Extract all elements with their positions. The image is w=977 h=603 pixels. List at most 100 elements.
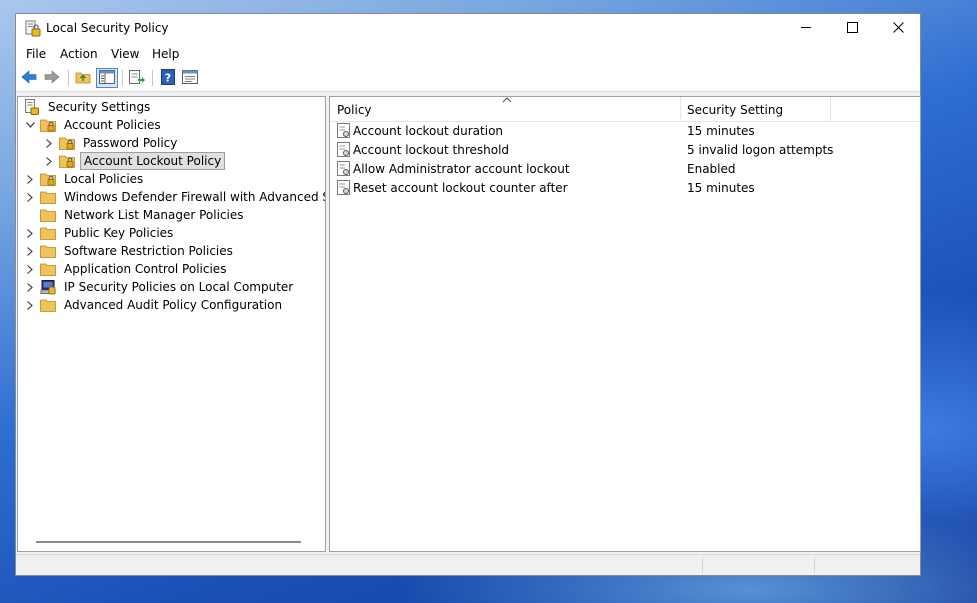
up-folder-icon xyxy=(75,69,91,87)
policy-setting-value: Enabled xyxy=(687,162,736,176)
tree-item-windows-defender-firewall[interactable]: Windows Defender Firewall with Advanced … xyxy=(24,188,325,206)
forward-button[interactable] xyxy=(43,69,61,87)
sort-ascending-icon xyxy=(502,97,512,103)
tree-label: Security Settings xyxy=(48,100,151,114)
menu-file[interactable]: File xyxy=(26,47,46,61)
tree-item-public-key-policies[interactable]: Public Key Policies xyxy=(24,224,176,242)
list-row[interactable]: Account lockout threshold 5 invalid logo… xyxy=(330,141,920,160)
back-button[interactable] xyxy=(20,69,38,87)
up-one-level-button[interactable] xyxy=(74,69,92,87)
tree-item-network-list-manager[interactable]: Network List Manager Policies xyxy=(24,206,247,224)
tree-label: Network List Manager Policies xyxy=(64,208,244,222)
export-list-button[interactable] xyxy=(128,69,146,87)
show-hide-tree-icon xyxy=(99,69,115,87)
menu-view[interactable]: View xyxy=(111,47,139,61)
policy-setting-icon xyxy=(337,142,351,158)
list-header: Policy Security Setting xyxy=(330,97,920,122)
chevron-right-icon[interactable] xyxy=(24,278,36,296)
folder-icon xyxy=(40,207,56,223)
menu-help[interactable]: Help xyxy=(152,47,179,61)
menu-bar: File Action View Help xyxy=(16,44,920,65)
locked-folder-icon xyxy=(40,171,56,187)
tree-label: Software Restriction Policies xyxy=(64,244,233,258)
tree-root[interactable]: Security Settings xyxy=(24,98,153,116)
policy-name: Allow Administrator account lockout xyxy=(353,162,570,176)
status-divider xyxy=(814,557,815,573)
policy-setting-value: 15 minutes xyxy=(687,181,755,195)
list-row[interactable]: Reset account lockout counter after 15 m… xyxy=(330,179,920,198)
tree-item-advanced-audit[interactable]: Advanced Audit Policy Configuration xyxy=(24,296,285,314)
tree-label: Local Policies xyxy=(64,172,144,186)
chevron-right-icon[interactable] xyxy=(24,170,36,188)
properties-icon xyxy=(182,69,198,87)
locked-folder-icon xyxy=(59,135,75,151)
security-policy-app-icon xyxy=(25,20,41,37)
tree-label: IP Security Policies on Local Computer xyxy=(64,280,294,294)
folder-icon xyxy=(40,189,56,205)
svg-text:?: ? xyxy=(165,71,171,84)
tree-item-ip-security[interactable]: IP Security Policies on Local Computer xyxy=(24,278,296,296)
tree-label-selected: Account Lockout Policy xyxy=(80,152,226,170)
chevron-right-icon[interactable] xyxy=(43,152,55,170)
chevron-right-icon[interactable] xyxy=(24,242,36,260)
help-button[interactable]: ? xyxy=(159,68,177,88)
toolbar-separator xyxy=(152,70,153,86)
tree-item-application-control[interactable]: Application Control Policies xyxy=(24,260,229,278)
ip-security-computer-icon xyxy=(40,279,56,295)
locked-folder-icon xyxy=(59,153,75,169)
close-button[interactable] xyxy=(875,14,921,44)
folder-icon xyxy=(40,297,56,313)
chevron-right-icon[interactable] xyxy=(24,188,36,206)
tree-item-password-policy[interactable]: Password Policy xyxy=(43,134,180,152)
column-header-security-setting[interactable]: Security Setting xyxy=(687,103,783,117)
tree-item-software-restriction[interactable]: Software Restriction Policies xyxy=(24,242,236,260)
horizontal-scrollbar[interactable] xyxy=(36,541,301,543)
properties-button[interactable] xyxy=(181,69,199,87)
tree-label: Public Key Policies xyxy=(64,226,174,240)
tree-label: Account Policies xyxy=(64,118,161,132)
expander-placeholder xyxy=(24,206,36,224)
minimize-icon xyxy=(800,22,812,36)
policy-name: Account lockout duration xyxy=(353,124,504,138)
folder-icon xyxy=(40,261,56,277)
tree-item-account-policies[interactable]: Account Policies xyxy=(24,116,164,134)
policy-setting-value: 15 minutes xyxy=(687,124,755,138)
close-icon xyxy=(892,22,904,36)
show-hide-tree-button[interactable] xyxy=(96,68,118,88)
back-arrow-icon xyxy=(21,69,37,87)
details-list-pane[interactable]: Policy Security Setting Account lockout … xyxy=(329,96,921,552)
folder-icon xyxy=(40,225,56,241)
export-list-icon xyxy=(129,69,145,87)
forward-arrow-icon xyxy=(44,69,60,87)
policy-setting-icon xyxy=(337,180,351,196)
chevron-right-icon[interactable] xyxy=(24,296,36,314)
help-icon: ? xyxy=(161,68,175,88)
maximize-icon xyxy=(846,22,858,36)
tree-label: Password Policy xyxy=(83,136,178,150)
menu-action[interactable]: Action xyxy=(60,47,98,61)
column-header-policy[interactable]: Policy xyxy=(337,103,372,117)
tree-label: Windows Defender Firewall with Advanced … xyxy=(64,190,325,204)
chevron-right-icon[interactable] xyxy=(43,134,55,152)
toolbar-separator xyxy=(68,70,69,86)
tree-item-account-lockout-policy[interactable]: Account Lockout Policy xyxy=(43,152,226,170)
list-row[interactable]: Allow Administrator account lockout Enab… xyxy=(330,160,920,179)
chevron-right-icon[interactable] xyxy=(24,260,36,278)
locked-folder-icon xyxy=(40,117,56,133)
status-bar xyxy=(16,554,920,575)
security-settings-icon xyxy=(24,99,40,115)
policy-setting-icon xyxy=(337,123,351,139)
console-tree-pane[interactable]: Security Settings Account Policies Passw… xyxy=(17,96,326,552)
app-window: Local Security Policy File Action View H… xyxy=(15,13,921,576)
column-divider[interactable] xyxy=(680,97,681,121)
tree-item-local-policies[interactable]: Local Policies xyxy=(24,170,146,188)
title-bar[interactable]: Local Security Policy xyxy=(16,14,920,44)
maximize-button[interactable] xyxy=(829,14,875,44)
list-row[interactable]: Account lockout duration 15 minutes xyxy=(330,122,920,141)
chevron-right-icon[interactable] xyxy=(24,224,36,242)
minimize-button[interactable] xyxy=(783,14,829,44)
column-divider[interactable] xyxy=(830,97,831,121)
tree-label: Advanced Audit Policy Configuration xyxy=(64,298,283,312)
chevron-down-icon[interactable] xyxy=(24,116,36,134)
policy-setting-icon xyxy=(337,161,351,177)
